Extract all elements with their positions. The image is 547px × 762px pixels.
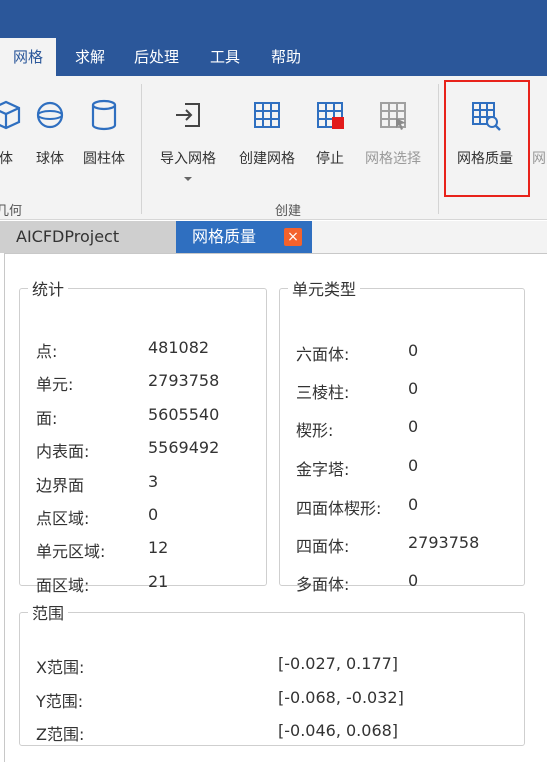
cell-type-value: 0 xyxy=(408,341,419,360)
stat-label: 面: xyxy=(36,409,58,428)
sphere-icon xyxy=(36,101,64,129)
chevron-down-icon[interactable] xyxy=(183,176,193,182)
import-mesh-label: 导入网格 xyxy=(160,151,216,167)
cell-type-label: 四面体楔形: xyxy=(296,499,382,518)
stat-value: 12 xyxy=(148,538,169,557)
stop-mesh-icon xyxy=(317,102,344,129)
range-value: [-0.027, 0.177] xyxy=(278,654,399,673)
partial-shape-icon xyxy=(0,100,21,130)
tab-strip: AICFDProject 网格质量 × xyxy=(0,221,547,253)
menu-item-tools[interactable]: 工具 xyxy=(197,38,253,76)
mesh-quality-panel: 统计 点: 481082 单元: 2793758 面: 5605540 内表面:… xyxy=(4,253,547,762)
stat-label: 点: xyxy=(36,342,58,361)
tab-aicfd-project-label: AICFDProject xyxy=(16,227,120,246)
geometry-group-label: 几何 xyxy=(0,204,23,219)
range-label: Z范围: xyxy=(36,725,85,744)
cell-type-value: 0 xyxy=(408,495,419,514)
stat-value: 21 xyxy=(148,572,169,591)
create-mesh-icon xyxy=(254,102,280,128)
highlight-box xyxy=(444,80,530,197)
stat-label: 边界面 xyxy=(36,476,85,495)
tab-aicfd-project[interactable]: AICFDProject xyxy=(0,221,176,253)
stats-group: 统计 点: 481082 单元: 2793758 面: 5605540 内表面:… xyxy=(19,276,267,595)
mesh-select-button[interactable]: 网格选择 xyxy=(360,76,426,196)
import-mesh-icon xyxy=(176,103,200,127)
stat-value: 3 xyxy=(148,472,159,491)
cell-type-value: 2793758 xyxy=(408,533,480,552)
range-value: [-0.046, 0.068] xyxy=(278,721,399,740)
stat-label: 单元: xyxy=(36,375,74,394)
range-label: Y范围: xyxy=(36,692,84,711)
cylinder-button[interactable]: 圆柱体 xyxy=(80,76,128,196)
tab-mesh-quality-label: 网格质量 xyxy=(192,227,257,246)
stat-value: 5569492 xyxy=(148,438,220,457)
sphere-button[interactable]: 球体 xyxy=(30,76,70,196)
ribbon-divider xyxy=(438,84,439,214)
stat-value: 5605540 xyxy=(148,405,220,424)
stat-value: 2793758 xyxy=(148,371,220,390)
menu-bar: 网格 求解 后处理 工具 帮助 xyxy=(0,38,547,76)
stat-label: 内表面: xyxy=(36,442,90,461)
stats-title: 统计 xyxy=(32,280,65,299)
close-icon[interactable]: × xyxy=(284,228,302,246)
cell-type-label: 六面体: xyxy=(296,345,350,364)
create-group-label: 创建 xyxy=(275,204,302,219)
mesh-select-icon xyxy=(380,102,406,130)
range-title: 范围 xyxy=(32,604,65,623)
ribbon-divider xyxy=(141,84,142,214)
create-mesh-label: 创建网格 xyxy=(239,151,295,167)
range-value: [-0.068, -0.032] xyxy=(278,688,404,707)
cell-type-label: 金字塔: xyxy=(296,460,350,479)
menu-item-postprocess[interactable]: 后处理 xyxy=(121,38,192,76)
partial-shape-button[interactable]: 体 xyxy=(0,76,26,196)
stat-label: 单元区域: xyxy=(36,542,106,561)
stat-label: 点区域: xyxy=(36,509,90,528)
import-mesh-button[interactable]: 导入网格 xyxy=(155,76,221,196)
mesh-select-label: 网格选择 xyxy=(365,151,421,167)
truncated-ribbon-label: 网 xyxy=(532,151,546,167)
cell-type-label: 楔形: xyxy=(296,421,334,440)
menu-item-solve[interactable]: 求解 xyxy=(62,38,118,76)
tab-mesh-quality[interactable]: 网格质量 × xyxy=(176,221,312,253)
cell-types-group: 单元类型 六面体: 0 三棱柱: 0 楔形: 0 金字塔: 0 四面体楔形: 0… xyxy=(279,276,525,594)
cell-types-title: 单元类型 xyxy=(292,280,357,299)
cell-type-value: 0 xyxy=(408,571,419,590)
title-bar xyxy=(0,0,547,38)
stop-mesh-button[interactable]: 停止 xyxy=(312,76,348,196)
menu-item-mesh[interactable]: 网格 xyxy=(0,38,57,76)
stat-label: 面区域: xyxy=(36,576,90,595)
cell-type-label: 多面体: xyxy=(296,575,350,594)
cell-type-value: 0 xyxy=(408,379,419,398)
range-label: X范围: xyxy=(36,658,85,677)
stat-value: 0 xyxy=(148,505,159,524)
cell-type-label: 四面体: xyxy=(296,537,350,556)
cylinder-icon xyxy=(91,99,117,131)
cell-type-value: 0 xyxy=(408,417,419,436)
cylinder-label: 圆柱体 xyxy=(83,151,125,167)
cell-type-label: 三棱柱: xyxy=(296,383,350,402)
create-mesh-button[interactable]: 创建网格 xyxy=(234,76,300,196)
stat-value: 481082 xyxy=(148,338,210,357)
truncated-ribbon-button[interactable]: 网 xyxy=(530,76,547,196)
cell-type-value: 0 xyxy=(408,456,419,475)
range-group: 范围 X范围: [-0.027, 0.177] Y范围: [-0.068, -0… xyxy=(19,600,525,746)
menu-item-help[interactable]: 帮助 xyxy=(258,38,314,76)
